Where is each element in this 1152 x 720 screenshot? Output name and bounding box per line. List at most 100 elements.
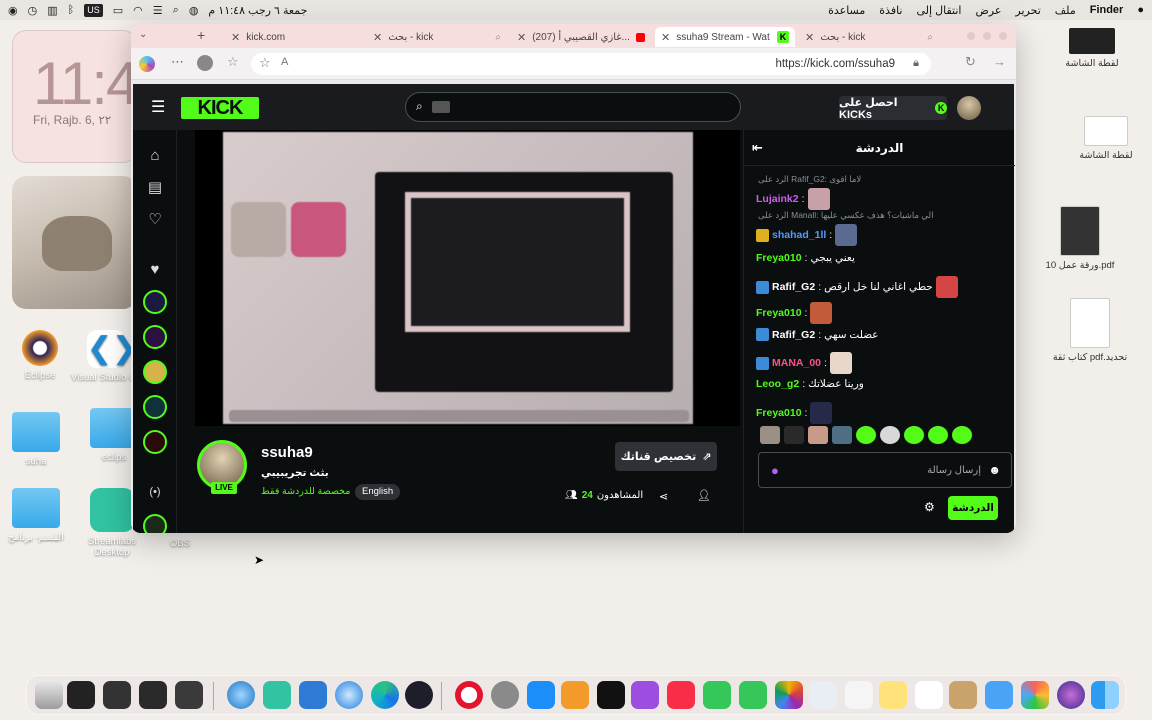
copilot-icon[interactable] — [139, 56, 155, 72]
stream-category[interactable]: مخصصة للدردشة فقط — [261, 486, 350, 497]
forward-icon[interactable]: → — [993, 54, 1006, 69]
menu-edit[interactable]: تحرير — [1015, 4, 1040, 17]
opera-icon[interactable] — [455, 681, 483, 709]
chat-username[interactable]: Freya010 — [756, 407, 802, 419]
chat-username[interactable]: Rafif_G2 — [772, 281, 815, 293]
collapse-chat-icon[interactable]: ⇤ — [752, 130, 763, 166]
maps-icon[interactable] — [809, 681, 837, 709]
get-kicks-button[interactable]: احصل على KICKs K — [839, 96, 947, 121]
following-icon[interactable]: ♡ — [143, 208, 167, 232]
profile-icon[interactable] — [197, 55, 213, 71]
tab-list-icon[interactable]: ⌄ — [139, 29, 147, 40]
desktop-icon-folder2[interactable]: القسم- برنامج — [0, 488, 76, 543]
edge-icon[interactable] — [371, 681, 399, 709]
favorites-icon[interactable]: ☆ — [227, 54, 239, 70]
shield-icon[interactable] — [299, 681, 327, 709]
close-icon[interactable]: ✕ — [373, 31, 382, 44]
emote-icon[interactable] — [928, 426, 948, 444]
tab-kick-search-2[interactable]: ✕ بحث - kick ⌕ — [799, 27, 939, 47]
launchpad-icon[interactable] — [1021, 681, 1049, 709]
desktop-icon-pdf1[interactable]: ورقة عمل 10.pdf — [1040, 206, 1120, 271]
menu-icon[interactable]: ☰ — [151, 97, 165, 117]
emote-icon[interactable] — [760, 426, 780, 444]
emote-icon[interactable] — [808, 426, 828, 444]
wifi-icon[interactable]: ◠ — [133, 4, 143, 17]
refresh-icon[interactable]: ↻ — [965, 54, 976, 70]
music-icon[interactable] — [667, 681, 695, 709]
compass-icon[interactable] — [335, 681, 363, 709]
streamlabs-icon[interactable] — [263, 681, 291, 709]
streamer-name[interactable]: ssuha9 — [261, 444, 313, 461]
read-aloud-icon[interactable]: A — [281, 56, 288, 68]
add-favorite-icon[interactable]: ☆ — [259, 55, 271, 71]
search-input[interactable]: ⌕ — [405, 92, 741, 122]
window-thumbnail-icon[interactable] — [139, 681, 167, 709]
safari-icon[interactable] — [227, 681, 255, 709]
new-tab-icon[interactable]: + — [197, 27, 205, 43]
emote-icon[interactable] — [904, 426, 924, 444]
kick-logo[interactable]: KICK — [181, 97, 259, 119]
mail-icon[interactable] — [985, 681, 1013, 709]
tab-ssuha9-stream[interactable]: ✕ ssuha9 Stream - Wat K — [655, 27, 795, 47]
chat-username[interactable]: Lujaink2 — [756, 193, 799, 205]
close-icon[interactable]: ✕ — [231, 31, 240, 44]
apple-tv-icon[interactable] — [597, 681, 625, 709]
chat-username[interactable]: Freya010 — [756, 307, 802, 319]
chat-username[interactable]: shahad_1ll — [772, 229, 826, 241]
sidebar-channel-avatar[interactable] — [143, 325, 167, 349]
sidebar-channel-avatar[interactable] — [143, 290, 167, 314]
reminders-icon[interactable] — [845, 681, 873, 709]
live-broadcast-icon[interactable]: (•) — [143, 480, 167, 504]
photos-icon[interactable] — [775, 681, 803, 709]
sidebar-channel-avatar[interactable] — [143, 360, 167, 384]
url-field[interactable]: ☆ A https://kick.com/ssuha9 🔒︎ — [251, 53, 931, 75]
bluetooth-icon[interactable]: ᛒ — [68, 4, 75, 16]
window-thumbnail-icon[interactable] — [67, 681, 95, 709]
more-icon[interactable]: ⋯ — [171, 54, 184, 70]
trash-icon[interactable] — [35, 681, 63, 709]
close-icon[interactable]: ✕ — [517, 31, 526, 44]
language-tag[interactable]: English — [355, 484, 401, 500]
share-icon[interactable]: ⋖ — [659, 490, 668, 503]
window-minimize-button[interactable] — [967, 32, 975, 40]
browse-icon[interactable]: ▤ — [143, 176, 167, 200]
contacts-icon[interactable] — [949, 681, 977, 709]
emote-icon[interactable] — [832, 426, 852, 444]
window-maximize-button[interactable] — [983, 32, 991, 40]
tab-kick-home[interactable]: ✕ kick.com — [225, 27, 365, 47]
chat-username[interactable]: Leoo_g2 — [756, 378, 799, 390]
battery-icon[interactable]: ▭ — [113, 4, 123, 17]
podcasts-icon[interactable] — [631, 681, 659, 709]
input-source-badge[interactable]: US — [84, 3, 103, 17]
follow-icon[interactable]: 👤︎ — [697, 489, 711, 502]
desktop-icon-pdf2[interactable]: كتاب ثقة pdf.تحديد — [1050, 298, 1130, 363]
sidebar-channel-avatar[interactable] — [143, 430, 167, 454]
books-icon[interactable] — [561, 681, 589, 709]
menu-help[interactable]: مساعدة — [828, 4, 865, 17]
emote-icon[interactable] — [952, 426, 972, 444]
chat-username[interactable]: Freya010 — [756, 252, 802, 264]
emoji-picker-icon[interactable]: ☻ — [988, 463, 1001, 477]
desktop-icon-suha[interactable]: suha — [0, 412, 76, 467]
following-heart-icon[interactable]: ♥ — [143, 258, 167, 282]
microphone-icon[interactable]: ● — [771, 463, 779, 478]
menubar-datetime[interactable]: جمعة ٦ رجب ١١:٤٨ م — [208, 4, 307, 17]
facetime-icon[interactable] — [703, 681, 731, 709]
system-settings-icon[interactable] — [491, 681, 519, 709]
clock-menu-icon[interactable]: ◷ — [28, 4, 38, 17]
finder-icon[interactable] — [1091, 681, 1119, 709]
chat-username[interactable]: Rafif_G2 — [772, 329, 815, 341]
customize-channel-button[interactable]: تخصيص قناتك ⇗ — [615, 442, 717, 471]
tab-kick-search-1[interactable]: ✕ بحث - kick ⌕ — [367, 27, 507, 47]
close-icon[interactable]: ✕ — [661, 31, 670, 44]
menu-file[interactable]: ملف — [1055, 4, 1076, 17]
menu-window[interactable]: نافذة — [879, 4, 902, 17]
siri-icon[interactable] — [1057, 681, 1085, 709]
messages-icon[interactable] — [739, 681, 767, 709]
control-center-icon[interactable]: ☰ — [153, 4, 163, 17]
video-player[interactable] — [195, 130, 740, 426]
menu-view[interactable]: عرض — [975, 4, 1001, 17]
siri-icon[interactable]: ◍ — [189, 4, 199, 17]
user-avatar[interactable] — [957, 96, 981, 120]
home-icon[interactable]: ⌂ — [143, 144, 167, 168]
